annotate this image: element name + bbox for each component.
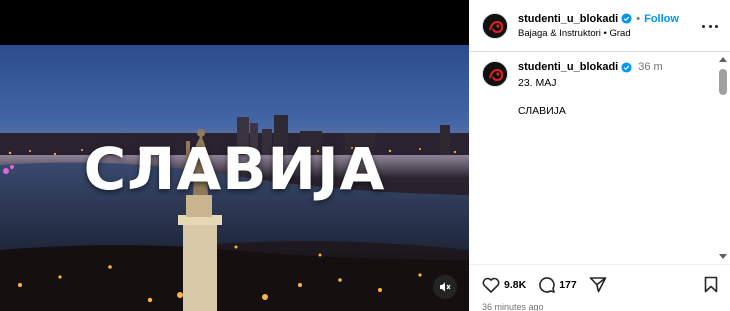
mute-icon — [440, 282, 451, 292]
save-button[interactable] — [704, 276, 718, 298]
scroll-down-arrow-icon[interactable] — [719, 254, 727, 259]
verified-badge-icon — [621, 61, 632, 73]
header-username-link[interactable]: studenti_u_blokadi — [518, 13, 618, 25]
comments-area: studenti_u_blokadi 36 m 23. МАЈ СЛАВИЈА — [469, 53, 717, 263]
video-player[interactable]: СЛАВИЈА — [0, 45, 469, 311]
scrollbar-thumb[interactable] — [719, 69, 727, 95]
like-count[interactable]: 9.8K — [504, 279, 526, 291]
follow-button[interactable]: Follow — [644, 13, 679, 25]
audio-track-link[interactable]: Bajaga & Instruktori • Grad — [518, 28, 679, 39]
more-icon-dot — [708, 24, 712, 28]
more-icon-dot — [715, 24, 718, 28]
post-header: studenti_u_blokadi • Follow Bajaga & Ins… — [469, 0, 730, 52]
scroll-up-arrow-icon[interactable] — [719, 57, 727, 62]
caption-avatar[interactable] — [482, 61, 508, 87]
caption-timestamp[interactable]: 36 m — [638, 61, 662, 73]
caption-row: studenti_u_blokadi 36 m 23. МАЈ — [482, 61, 663, 89]
verified-badge-icon — [621, 13, 632, 24]
post-details-panel: studenti_u_blokadi • Follow Bajaga & Ins… — [469, 0, 730, 311]
post-time-ago[interactable]: 36 minutes ago — [482, 302, 544, 311]
like-button[interactable]: 9.8K — [482, 277, 526, 293]
comments-scrollbar[interactable] — [717, 53, 728, 263]
bookmark-icon — [704, 276, 718, 293]
caption-text: СЛАВИЈА — [518, 105, 566, 117]
avatar-logo-icon — [483, 62, 507, 86]
comment-icon — [539, 277, 555, 293]
post-actions: 9.8K 177 36 minutes ago — [469, 264, 730, 311]
post-media[interactable]: СЛАВИЈА — [0, 0, 469, 311]
comment-count[interactable]: 177 — [559, 279, 577, 291]
more-icon-dot — [702, 24, 705, 28]
caption-date-line: 23. МАЈ — [518, 77, 557, 89]
video-overlay-title: СЛАВИЈА — [83, 135, 386, 203]
comment-button[interactable]: 177 — [538, 276, 577, 293]
avatar[interactable] — [482, 12, 508, 39]
heart-icon — [482, 277, 500, 293]
caption-username-link[interactable]: studenti_u_blokadi — [518, 61, 618, 73]
share-icon — [589, 277, 607, 293]
header-separator: • — [636, 12, 641, 25]
mute-button[interactable] — [433, 275, 457, 299]
more-options-button[interactable] — [702, 19, 718, 33]
avatar-logo-icon — [483, 13, 507, 38]
share-button[interactable] — [589, 276, 607, 293]
